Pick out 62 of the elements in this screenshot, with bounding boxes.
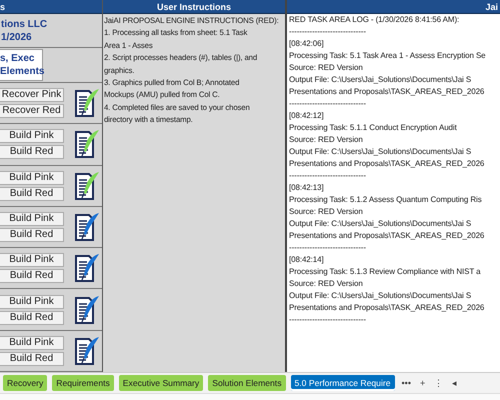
build-button[interactable]: Build Pink [0, 129, 64, 144]
log-line: ------------------------------ [289, 170, 367, 182]
build-button[interactable]: Recover Pink [0, 88, 64, 102]
add-sheet-button[interactable]: + [418, 378, 428, 388]
log-line: ------------------------------ [289, 242, 367, 254]
log-line: Presentations and Proposals\TASK_AREAS_RED_2026 [289, 158, 486, 170]
build-button[interactable]: Build Pink [0, 294, 64, 309]
log-line: ------------------------------ [289, 98, 367, 110]
build-button[interactable]: Build Red [0, 145, 64, 160]
log-line: ------------------------------ [289, 26, 367, 38]
sheet-tab[interactable]: Requirements [52, 375, 114, 392]
build-button[interactable]: Build Red [0, 228, 64, 242]
panel-header: s [0, 0, 102, 14]
scroll-left-button[interactable]: ◂ [450, 378, 460, 388]
build-button[interactable]: Build Pink [0, 170, 64, 185]
log-line: Output File: C:\Users\Jai_Solutions\Documents\Jai S [289, 218, 472, 230]
log-line: Presentations and Proposals\TASK_AREAS_RED_2026 [289, 302, 486, 314]
document-quill-icon [74, 170, 100, 201]
log-line: Presentations and Proposals\TASK_AREAS_RED_2026 [289, 230, 486, 242]
log-line: Processing Task: 5.1 Task Area 1 - Assess Encryption Se [289, 50, 487, 62]
more-button[interactable]: ••• [400, 378, 413, 388]
log-line: Source: RED Version [289, 134, 364, 146]
log-line: Processing Task: 5.1.1 Conduct Encryption Audit [289, 122, 458, 134]
build-button[interactable]: Build Red [0, 352, 64, 366]
log-line: Source: RED Version [289, 62, 364, 74]
nav-button[interactable]: s, Exec Elements [0, 49, 43, 81]
build-button[interactable]: Build Pink [0, 212, 64, 226]
build-button[interactable]: Build Red [0, 269, 64, 284]
options-button[interactable]: ⋮ [432, 378, 446, 388]
log-line: Output File: C:\Users\Jai_Solutions\Documents\Jai S [289, 74, 472, 86]
document-quill-icon [74, 294, 100, 325]
log-line: [08:42:14] [289, 254, 325, 266]
build-button[interactable]: Build Pink [0, 253, 64, 268]
sheet-tab[interactable]: Executive Summary [118, 375, 204, 392]
sheet-tab[interactable]: Recovery [3, 375, 48, 392]
sheet-tab[interactable]: 5.0 Performance Require [290, 375, 395, 392]
build-button[interactable]: Build Red [0, 186, 64, 201]
log-line: [08:42:13] [289, 182, 325, 194]
document-quill-icon [74, 253, 100, 284]
log-line: ------------------------------ [289, 314, 367, 326]
log-line: Processing Task: 5.1.3 Review Compliance with NIST a [289, 266, 482, 278]
document-quill-icon [74, 129, 100, 160]
company-text: 1/2026 [1, 30, 33, 44]
log-line: Processing Task: 5.1.2 Assess Quantum Computing Ris [289, 194, 483, 206]
log-line: Output File: C:\Users\Jai_Solutions\Documents\Jai S [289, 146, 472, 158]
document-quill-icon [74, 336, 100, 366]
column-header: User Instructions [103, 0, 285, 14]
log-line: Source: RED Version [289, 206, 364, 218]
column-header: Jai [287, 0, 500, 14]
document-quill-icon [74, 88, 100, 118]
log-line: [08:42:06] [289, 38, 325, 50]
log-line: Output File: C:\Users\Jai_Solutions\Documents\Jai S [289, 290, 472, 302]
build-button[interactable]: Build Red [0, 310, 64, 325]
company-text: tions LLC [1, 18, 48, 30]
document-quill-icon [74, 212, 100, 242]
log-line: [08:42:12] [289, 110, 325, 122]
sheet-tab[interactable]: Solution Elements [208, 375, 286, 392]
log-line: RED TASK AREA LOG - (1/30/2026 8:41:56 AM): [289, 14, 460, 26]
log-line: Presentations and Proposals\TASK_AREAS_RED_2026 [289, 86, 486, 98]
build-button[interactable]: Build Pink [0, 336, 64, 350]
build-button[interactable]: Recover Red [0, 104, 64, 118]
log-line: Source: RED Version [289, 278, 364, 290]
